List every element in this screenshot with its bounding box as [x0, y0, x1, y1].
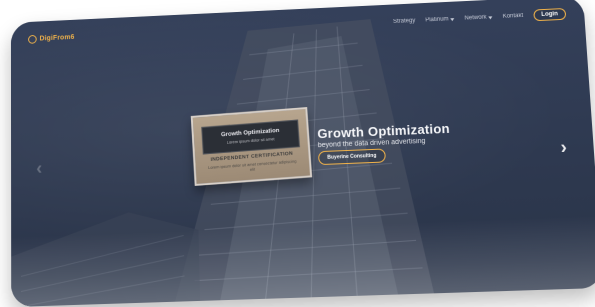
nav-item-platinum[interactable]: Platinum [425, 16, 455, 23]
nav-item-network[interactable]: Network [464, 14, 493, 22]
nav-item-kontakt[interactable]: Kontakt [503, 13, 524, 20]
certificate-card: Growth Optimization Lorem ipsum dolor si… [190, 106, 313, 186]
login-button[interactable]: Login [532, 7, 567, 22]
nav-item-label: Kontakt [502, 12, 524, 20]
logo-mark-icon [28, 34, 37, 44]
carousel-next-button[interactable]: › [556, 136, 571, 158]
chevron-left-icon: ‹ [36, 157, 43, 178]
certificate-badge: Growth Optimization Lorem ipsum dolor si… [201, 119, 300, 155]
chevron-right-icon: › [559, 136, 568, 158]
nav-item-label: Network [464, 14, 487, 22]
nav-item-label: Platinum [425, 16, 449, 24]
chevron-down-icon [488, 16, 493, 20]
nav-item-label: Strategy [392, 18, 416, 25]
chevron-down-icon [450, 18, 455, 22]
hero-cta-button[interactable]: Buyerine Consulting [318, 148, 386, 166]
brand-name: DigiFrom6 [39, 33, 75, 42]
nav-item-strategy[interactable]: Strategy [393, 18, 416, 25]
brand-logo[interactable]: DigiFrom6 [28, 33, 75, 44]
carousel-prev-button[interactable]: ‹ [32, 158, 46, 178]
device-screen: DigiFrom6 Strategy Platinum Network Kont… [10, 0, 595, 307]
